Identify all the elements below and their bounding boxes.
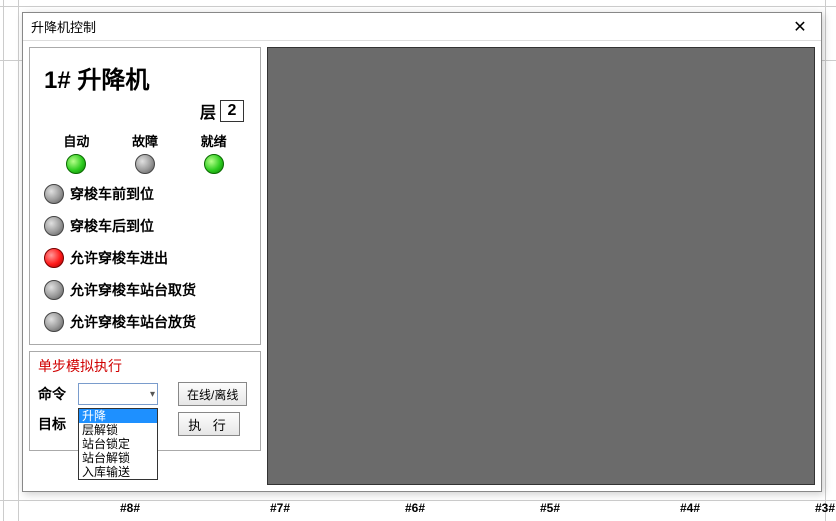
lift-title: 1# 升降机 xyxy=(44,60,252,95)
dropdown-option[interactable]: 站台解锁 xyxy=(79,451,157,465)
status-item-label: 穿梭车后到位 xyxy=(70,216,154,236)
dropdown-option[interactable]: 入库输送 xyxy=(79,465,157,479)
sim-group: 单步模拟执行 命令 ▾ 在线/离线 升降层解锁站台锁定站台解锁入库输送 目标 xyxy=(29,351,261,451)
status-led-icon xyxy=(44,280,64,300)
top-status-item: 自动 xyxy=(63,131,89,174)
bg-column-label: #6# xyxy=(405,501,425,515)
status-led-icon xyxy=(44,248,64,268)
status-item: 穿梭车前到位 xyxy=(44,184,252,204)
status-item-label: 允许穿梭车站台放货 xyxy=(70,312,196,332)
execute-button[interactable]: 执 行 xyxy=(178,412,240,436)
preview-panel xyxy=(267,47,815,485)
top-status-label: 自动 xyxy=(63,131,89,150)
status-item-label: 允许穿梭车站台取货 xyxy=(70,280,196,300)
status-led-icon xyxy=(135,154,155,174)
status-item-label: 允许穿梭车进出 xyxy=(70,248,168,268)
target-label: 目标 xyxy=(38,414,72,434)
lift-control-dialog: 升降机控制 ✕ 1# 升降机 层 2 自动故障就绪 穿梭车前到位穿梭车后到位允许… xyxy=(22,12,822,492)
dropdown-option[interactable]: 站台锁定 xyxy=(79,437,157,451)
close-button[interactable]: ✕ xyxy=(785,16,815,38)
dialog-titlebar: 升降机控制 ✕ xyxy=(23,13,821,41)
close-icon: ✕ xyxy=(793,17,806,37)
status-item: 允许穿梭车站台放货 xyxy=(44,312,252,332)
command-label: 命令 xyxy=(38,384,72,404)
status-item: 允许穿梭车进出 xyxy=(44,248,252,268)
top-status-item: 故障 xyxy=(132,131,158,174)
status-item: 穿梭车后到位 xyxy=(44,216,252,236)
left-panel: 1# 升降机 层 2 自动 故障 就绪 穿梭车前到位穿梭车后到位允许穿梭车进出允许穿… xyxy=(29,47,261,485)
bg-column-label: #4# xyxy=(680,501,700,515)
dialog-title: 升降机控制 xyxy=(31,17,96,36)
command-combo[interactable]: ▾ xyxy=(78,383,158,405)
status-led-icon xyxy=(44,312,64,332)
status-led-icon xyxy=(44,216,64,236)
floor-label: 层 xyxy=(200,99,216,123)
dropdown-option[interactable]: 层解锁 xyxy=(79,423,157,437)
chevron-down-icon: ▾ xyxy=(150,389,155,400)
status-led-icon xyxy=(204,154,224,174)
floor-value: 2 xyxy=(220,100,244,122)
bg-column-label: #8# xyxy=(120,501,140,515)
status-led-icon xyxy=(44,184,64,204)
top-status-label: 就绪 xyxy=(201,131,227,150)
top-status-item: 就绪 xyxy=(201,131,227,174)
status-led-icon xyxy=(66,154,86,174)
command-dropdown-list[interactable]: 升降层解锁站台锁定站台解锁入库输送 xyxy=(78,408,158,480)
bg-column-label: #3# xyxy=(815,501,835,515)
bg-column-label: #7# xyxy=(270,501,290,515)
bg-column-label: #5# xyxy=(540,501,560,515)
status-group: 1# 升降机 层 2 自动 故障 就绪 穿梭车前到位穿梭车后到位允许穿梭车进出允许穿… xyxy=(29,47,261,345)
online-offline-button[interactable]: 在线/离线 xyxy=(178,382,247,406)
status-item-label: 穿梭车前到位 xyxy=(70,184,154,204)
background-column-labels: #8# #7# #6# #5# #4# #3# xyxy=(0,501,836,521)
status-item: 允许穿梭车站台取货 xyxy=(44,280,252,300)
sim-title: 单步模拟执行 xyxy=(38,356,252,376)
dropdown-option[interactable]: 升降 xyxy=(79,409,157,423)
top-status-label: 故障 xyxy=(132,131,158,150)
